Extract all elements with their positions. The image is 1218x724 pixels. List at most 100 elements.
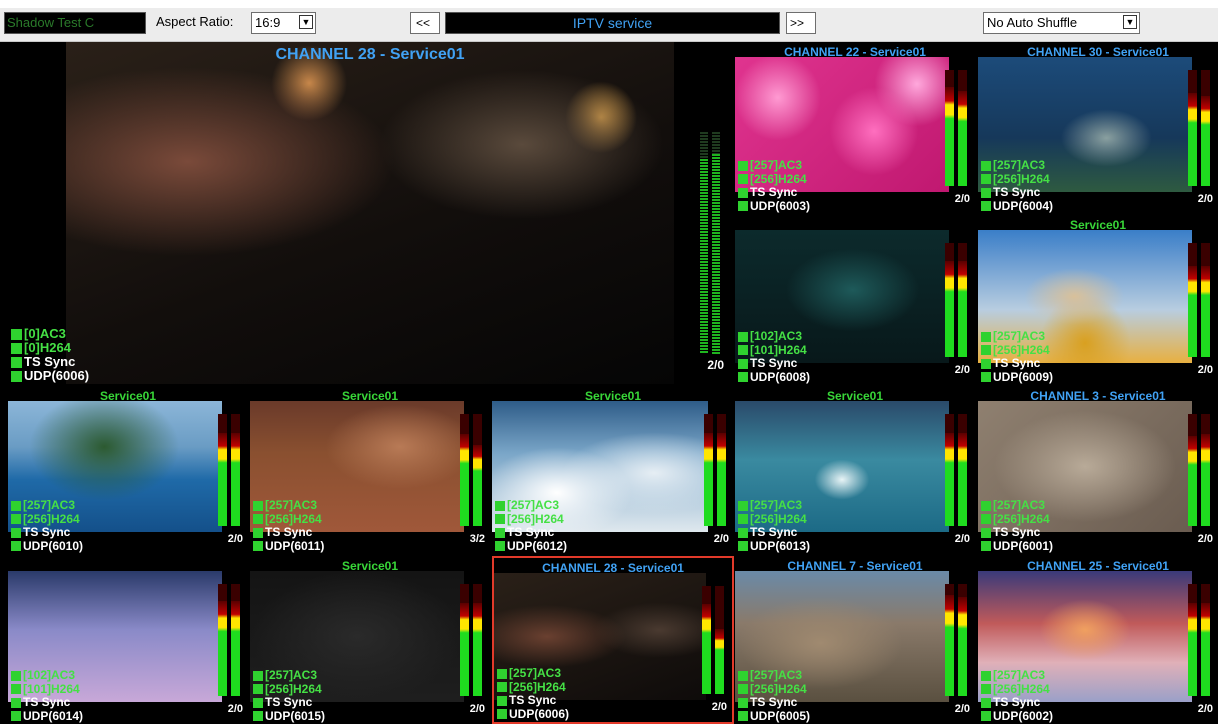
channel-tile[interactable]: Service01 [257]AC3 [256]H264 TS Sync UDP(600… bbox=[978, 215, 1218, 385]
chevron-down-icon[interactable]: ▼ bbox=[299, 15, 313, 29]
ts-sync-label: TS Sync bbox=[750, 356, 798, 370]
audio-pid-label: [102]AC3 bbox=[23, 668, 76, 682]
channel-tile[interactable]: CHANNEL 3 - Service01 [257]AC3 [256]H264 TS… bbox=[978, 386, 1218, 554]
audio-channel-ratio: 2/0 bbox=[954, 533, 970, 545]
video-pid-row: [101]H264 bbox=[738, 343, 810, 358]
ts-sync-label: TS Sync bbox=[993, 185, 1041, 199]
channel-tile[interactable]: CHANNEL 28 - Service01 [257]AC3 [256]H264 T… bbox=[492, 556, 734, 724]
audio-level-meters bbox=[460, 414, 482, 526]
audio-pid-row: [257]AC3 bbox=[11, 498, 83, 513]
audio-level-bar bbox=[712, 132, 720, 354]
video-pid-row: [0]H264 bbox=[11, 341, 89, 355]
ts-sync-row: TS Sync bbox=[253, 525, 324, 540]
status-indicator-icon bbox=[981, 358, 991, 369]
video-pid-label: [256]H264 bbox=[993, 342, 1050, 357]
status-indicator-icon bbox=[11, 527, 21, 538]
next-service-button[interactable]: >> bbox=[786, 12, 816, 34]
channel-tile[interactable]: Service01 [257]AC3 [256]H264 TS Sync UDP(601… bbox=[250, 386, 490, 554]
audio-pid-row: [257]AC3 bbox=[981, 498, 1053, 513]
status-indicator-icon bbox=[981, 372, 991, 383]
channel-tile[interactable]: Service01 [257]AC3 [256]H264 TS Sync UDP(601… bbox=[492, 386, 734, 554]
channel-tile[interactable]: CHANNEL 30 - Service01 [257]AC3 [256]H264 T… bbox=[978, 42, 1218, 214]
status-indicator-icon bbox=[253, 541, 263, 552]
audio-level-bar bbox=[958, 414, 967, 526]
status-indicator-icon bbox=[11, 500, 21, 511]
audio-channel-ratio: 2/0 bbox=[1197, 193, 1213, 205]
audio-level-meters bbox=[1188, 70, 1210, 186]
ts-sync-label: TS Sync bbox=[993, 525, 1041, 539]
ts-sync-label: TS Sync bbox=[750, 695, 798, 709]
udp-port-row: UDP(6012) bbox=[495, 538, 568, 554]
audio-level-meters bbox=[945, 70, 967, 186]
status-indicator-icon bbox=[738, 372, 748, 383]
channel-title: Service01 bbox=[341, 559, 399, 573]
audio-channel-ratio: 2/0 bbox=[711, 701, 727, 713]
status-indicator-icon bbox=[11, 684, 21, 695]
stream-info: [102]AC3 [101]H264 TS Sync UDP(6008) bbox=[738, 329, 810, 385]
channel-title: CHANNEL 28 - Service01 bbox=[275, 46, 465, 63]
channel-title: Service01 bbox=[1069, 218, 1127, 232]
video-pid-label: [0]H264 bbox=[24, 340, 71, 355]
audio-level-bar bbox=[958, 70, 967, 186]
audio-level-bar bbox=[473, 584, 482, 696]
channel-tile[interactable]: [102]AC3 [101]H264 TS Sync UDP(6014) 2/0 bbox=[8, 556, 248, 724]
status-indicator-icon bbox=[738, 345, 748, 356]
status-indicator-icon bbox=[11, 328, 22, 340]
status-indicator-icon bbox=[738, 201, 748, 212]
udp-port-label: UDP(6012) bbox=[507, 538, 568, 553]
status-indicator-icon bbox=[497, 695, 507, 706]
status-indicator-icon bbox=[981, 187, 991, 198]
status-indicator-icon bbox=[253, 697, 263, 708]
audio-pid-label: [257]AC3 bbox=[993, 498, 1046, 512]
ts-sync-row: TS Sync bbox=[738, 695, 810, 710]
audio-level-bar bbox=[945, 243, 954, 357]
channel-title: Service01 bbox=[584, 389, 642, 403]
udp-port-row: UDP(6006) bbox=[11, 369, 89, 383]
udp-port-row: UDP(6011) bbox=[253, 539, 324, 554]
chevron-down-icon[interactable]: ▼ bbox=[1123, 15, 1137, 29]
audio-level-bar bbox=[702, 586, 711, 694]
ts-sync-row: TS Sync bbox=[738, 356, 810, 371]
video-pid-label: [256]H264 bbox=[750, 511, 807, 526]
status-indicator-icon bbox=[495, 527, 505, 538]
aspect-ratio-select[interactable]: 16:9 ▼ bbox=[251, 12, 316, 34]
channel-tile[interactable]: [102]AC3 [101]H264 TS Sync UDP(6008) 2/0 bbox=[735, 215, 975, 385]
status-indicator-icon bbox=[981, 711, 991, 722]
audio-channel-ratio: 2/0 bbox=[1197, 364, 1213, 376]
udp-port-row: UDP(6006) bbox=[497, 707, 569, 722]
video-pid-row: [256]H264 bbox=[11, 512, 83, 527]
video-pid-label: [256]H264 bbox=[750, 171, 807, 186]
video-pid-label: [256]H264 bbox=[507, 511, 564, 526]
ts-sync-label: TS Sync bbox=[265, 695, 313, 709]
channel-tile[interactable]: CHANNEL 22 - Service01 [257]AC3 [256]H264 T… bbox=[735, 42, 975, 214]
channel-tile[interactable]: Service01 [257]AC3 [256]H264 TS Sync UDP(601… bbox=[250, 556, 490, 724]
audio-pid-row: [257]AC3 bbox=[981, 158, 1053, 173]
channel-tile[interactable]: Service01 [257]AC3 [256]H264 TS Sync UDP(601… bbox=[8, 386, 248, 554]
ts-sync-row: TS Sync bbox=[497, 693, 569, 708]
shuffle-mode-value: No Auto Shuffle bbox=[987, 15, 1078, 30]
udp-port-label: UDP(6005) bbox=[750, 708, 811, 723]
channel-title: CHANNEL 7 - Service01 bbox=[787, 559, 923, 573]
udp-port-label: UDP(6015) bbox=[265, 708, 326, 723]
video-pid-row: [256]H264 bbox=[981, 682, 1053, 697]
channel-tile[interactable]: CHANNEL 28 - Service01 [0]AC3 [0]H264 TS Sy… bbox=[8, 42, 732, 384]
ts-sync-label: TS Sync bbox=[993, 356, 1041, 370]
udp-port-row: UDP(6008) bbox=[738, 370, 810, 385]
audio-level-bar bbox=[231, 584, 240, 696]
channel-tile[interactable]: CHANNEL 25 - Service01 [257]AC3 [256]H264 T… bbox=[978, 556, 1218, 724]
udp-port-label: UDP(6001) bbox=[993, 538, 1054, 553]
channel-tile[interactable]: Service01 [257]AC3 [256]H264 TS Sync UDP(601… bbox=[735, 386, 975, 554]
audio-level-meters bbox=[460, 584, 482, 696]
audio-level-bar bbox=[945, 70, 954, 186]
audio-level-bar bbox=[460, 414, 469, 526]
shuffle-mode-select[interactable]: No Auto Shuffle ▼ bbox=[983, 12, 1140, 34]
udp-port-row: UDP(6009) bbox=[981, 370, 1053, 385]
shadow-name-field[interactable]: Shadow Test C bbox=[4, 12, 146, 34]
status-indicator-icon bbox=[495, 514, 505, 525]
video-pid-row: [256]H264 bbox=[738, 511, 810, 527]
audio-pid-row: [257]AC3 bbox=[981, 329, 1053, 344]
prev-service-button[interactable]: << bbox=[410, 12, 440, 34]
audio-pid-row: [257]AC3 bbox=[738, 668, 810, 683]
channel-tile[interactable]: CHANNEL 7 - Service01 [257]AC3 [256]H264 TS… bbox=[735, 556, 975, 724]
ts-sync-label: TS Sync bbox=[265, 525, 313, 539]
